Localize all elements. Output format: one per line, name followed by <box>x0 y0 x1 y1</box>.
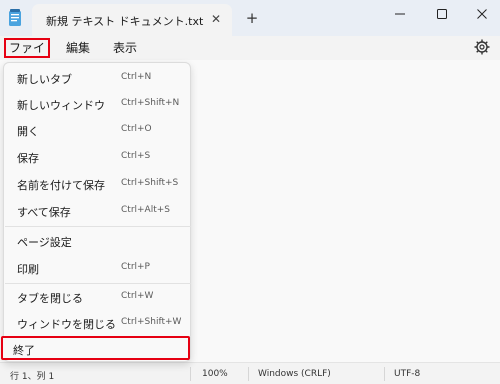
minimize-button[interactable] <box>386 4 414 24</box>
cursor-position: 行 1、列 1 <box>10 372 55 382</box>
menu-item-shortcut: Ctrl+Shift+S <box>121 178 179 188</box>
zoom-level: 100% <box>202 369 228 379</box>
menu-view[interactable]: 表示 <box>109 38 141 58</box>
menu-file[interactable]: ファイル <box>4 38 50 72</box>
menu-item-label: 印刷 <box>17 263 39 276</box>
tab-close-icon[interactable]: ✕ <box>208 11 224 27</box>
minimize-icon <box>395 13 405 15</box>
menu-item-save[interactable]: 保存 Ctrl+S <box>5 144 189 170</box>
gear-icon[interactable] <box>474 39 490 55</box>
menu-divider <box>5 226 191 227</box>
menu-item-save-as[interactable]: 名前を付けて保存 Ctrl+Shift+S <box>5 171 189 197</box>
menu-item-label: 終了 <box>13 344 35 357</box>
close-icon <box>477 9 487 19</box>
menu-item-shortcut: Ctrl+W <box>121 291 154 301</box>
notepad-icon <box>9 9 21 26</box>
file-menu-dropdown: 新しいタブ Ctrl+N 新しいウィンドウ Ctrl+Shift+N 開く Ct… <box>3 62 191 362</box>
tab-title: 新規 テキスト ドキュメント.txt <box>46 15 204 28</box>
menu-item-label: 開く <box>17 125 39 138</box>
menu-item-shortcut: Ctrl+Shift+N <box>121 98 180 108</box>
menu-item-print[interactable]: 印刷 Ctrl+P <box>5 255 189 281</box>
document-tab[interactable]: 新規 テキスト ドキュメント.txt ✕ <box>32 4 232 36</box>
status-divider <box>384 367 385 381</box>
menu-item-label: 保存 <box>17 152 39 165</box>
menu-item-new-window[interactable]: 新しいウィンドウ Ctrl+Shift+N <box>5 91 189 117</box>
menu-bar: ファイル 編集 表示 <box>0 36 500 72</box>
menu-item-label: 名前を付けて保存 <box>17 179 105 192</box>
menu-item-label: ページ設定 <box>17 236 72 249</box>
status-bar: 行 1、列 1 100% Windows (CRLF) UTF-8 <box>0 362 500 384</box>
status-divider <box>190 367 191 381</box>
menu-item-new-tab[interactable]: 新しいタブ Ctrl+N <box>5 65 189 91</box>
menu-item-page-setup[interactable]: ページ設定 <box>5 228 189 254</box>
menu-edit[interactable]: 編集 <box>62 38 94 58</box>
new-tab-button[interactable]: + <box>244 10 260 26</box>
menu-item-shortcut: Ctrl+S <box>121 151 151 161</box>
menu-item-label: 新しいタブ <box>17 73 72 86</box>
menu-item-shortcut: Ctrl+Alt+S <box>121 205 170 215</box>
maximize-icon <box>437 9 447 19</box>
maximize-button[interactable] <box>428 4 456 24</box>
menu-item-label: タブを閉じる <box>17 292 83 305</box>
menu-item-shortcut: Ctrl+N <box>121 72 152 82</box>
menu-item-shortcut: Ctrl+P <box>121 262 150 272</box>
line-ending: Windows (CRLF) <box>258 369 331 379</box>
menu-item-save-all[interactable]: すべて保存 Ctrl+Alt+S <box>5 198 189 224</box>
menu-item-label: ウィンドウを閉じる <box>17 318 116 331</box>
menu-item-label: すべて保存 <box>17 206 71 219</box>
title-bar: 新規 テキスト ドキュメント.txt ✕ + <box>0 0 500 36</box>
menu-item-shortcut: Ctrl+O <box>121 124 152 134</box>
encoding: UTF-8 <box>394 369 421 379</box>
menu-item-exit[interactable]: 終了 <box>1 336 190 360</box>
menu-item-close-window[interactable]: ウィンドウを閉じる Ctrl+Shift+W <box>5 310 189 336</box>
status-divider <box>248 367 249 381</box>
menu-item-shortcut: Ctrl+Shift+W <box>121 317 182 327</box>
menu-item-close-tab[interactable]: タブを閉じる Ctrl+W <box>5 284 189 310</box>
close-window-button[interactable] <box>468 4 496 24</box>
menu-item-label: 新しいウィンドウ <box>17 99 105 112</box>
menu-item-open[interactable]: 開く Ctrl+O <box>5 117 189 143</box>
